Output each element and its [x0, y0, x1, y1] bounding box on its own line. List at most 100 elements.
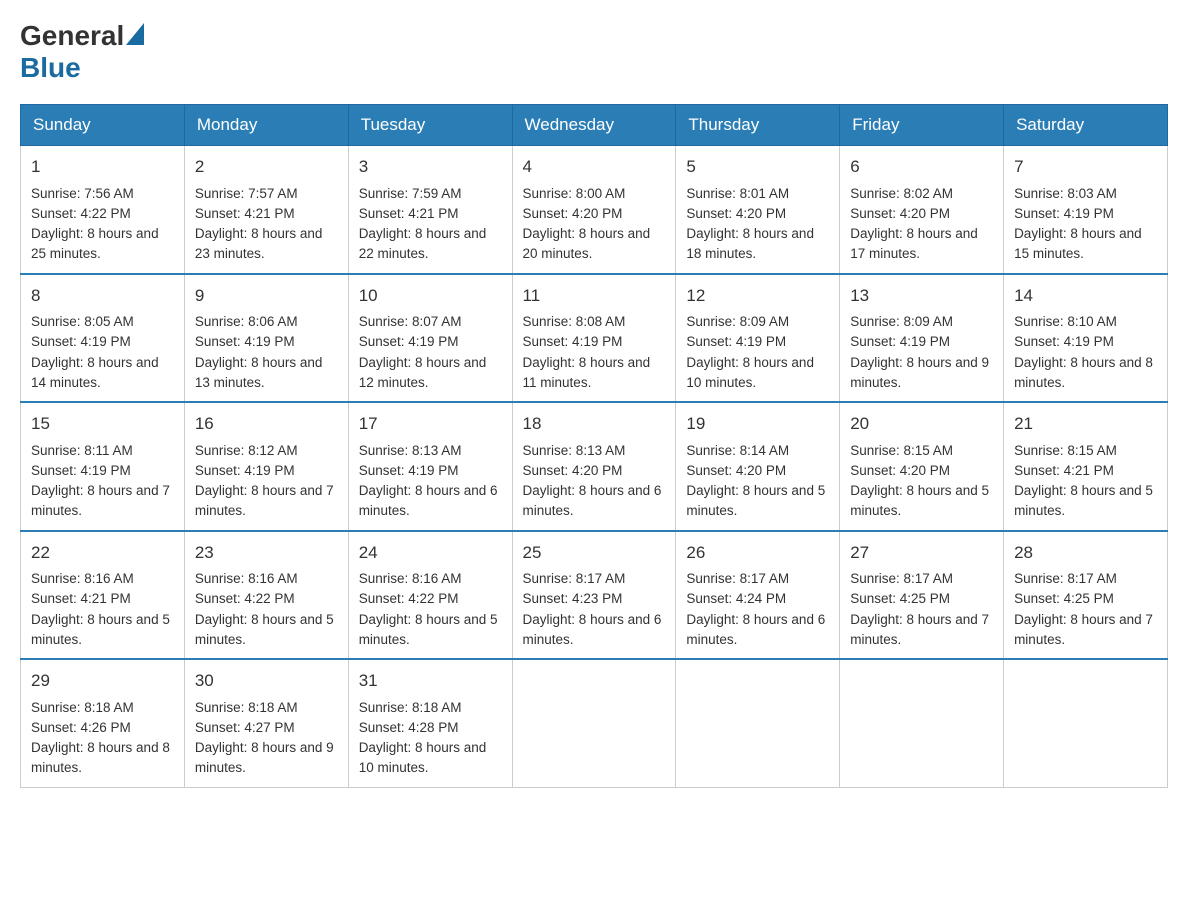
sunrise-text: Sunrise: 8:18 AM — [31, 700, 134, 715]
sunrise-text: Sunrise: 8:13 AM — [359, 443, 462, 458]
day-number: 9 — [195, 283, 338, 309]
sunset-text: Sunset: 4:19 PM — [523, 334, 623, 349]
sunrise-text: Sunrise: 8:02 AM — [850, 186, 953, 201]
calendar-cell: 19Sunrise: 8:14 AMSunset: 4:20 PMDayligh… — [676, 402, 840, 531]
day-number: 17 — [359, 411, 502, 437]
day-number: 22 — [31, 540, 174, 566]
day-number: 16 — [195, 411, 338, 437]
logo-arrow-icon — [126, 23, 144, 45]
sunset-text: Sunset: 4:19 PM — [195, 463, 295, 478]
calendar-week-row: 8Sunrise: 8:05 AMSunset: 4:19 PMDaylight… — [21, 274, 1168, 403]
sunset-text: Sunset: 4:25 PM — [1014, 591, 1114, 606]
sunset-text: Sunset: 4:19 PM — [31, 463, 131, 478]
calendar-cell: 15Sunrise: 8:11 AMSunset: 4:19 PMDayligh… — [21, 402, 185, 531]
calendar-cell: 12Sunrise: 8:09 AMSunset: 4:19 PMDayligh… — [676, 274, 840, 403]
calendar-cell: 3Sunrise: 7:59 AMSunset: 4:21 PMDaylight… — [348, 146, 512, 274]
day-number: 19 — [686, 411, 829, 437]
sunset-text: Sunset: 4:19 PM — [195, 334, 295, 349]
sunrise-text: Sunrise: 8:17 AM — [523, 571, 626, 586]
sunrise-text: Sunrise: 8:18 AM — [359, 700, 462, 715]
calendar-cell: 14Sunrise: 8:10 AMSunset: 4:19 PMDayligh… — [1004, 274, 1168, 403]
sunset-text: Sunset: 4:19 PM — [359, 334, 459, 349]
daylight-text: Daylight: 8 hours and 9 minutes. — [850, 355, 989, 390]
calendar-cell: 18Sunrise: 8:13 AMSunset: 4:20 PMDayligh… — [512, 402, 676, 531]
calendar-cell: 7Sunrise: 8:03 AMSunset: 4:19 PMDaylight… — [1004, 146, 1168, 274]
day-number: 7 — [1014, 154, 1157, 180]
sunset-text: Sunset: 4:26 PM — [31, 720, 131, 735]
day-number: 15 — [31, 411, 174, 437]
sunset-text: Sunset: 4:21 PM — [1014, 463, 1114, 478]
sunset-text: Sunset: 4:19 PM — [686, 334, 786, 349]
daylight-text: Daylight: 8 hours and 14 minutes. — [31, 355, 159, 390]
day-number: 11 — [523, 283, 666, 309]
sunset-text: Sunset: 4:19 PM — [850, 334, 950, 349]
sunset-text: Sunset: 4:20 PM — [686, 463, 786, 478]
day-number: 1 — [31, 154, 174, 180]
sunset-text: Sunset: 4:20 PM — [850, 206, 950, 221]
daylight-text: Daylight: 8 hours and 20 minutes. — [523, 226, 651, 261]
sunrise-text: Sunrise: 8:07 AM — [359, 314, 462, 329]
sunset-text: Sunset: 4:23 PM — [523, 591, 623, 606]
sunset-text: Sunset: 4:20 PM — [523, 206, 623, 221]
sunrise-text: Sunrise: 8:09 AM — [686, 314, 789, 329]
daylight-text: Daylight: 8 hours and 7 minutes. — [1014, 612, 1153, 647]
day-number: 6 — [850, 154, 993, 180]
sunset-text: Sunset: 4:22 PM — [195, 591, 295, 606]
calendar-cell: 21Sunrise: 8:15 AMSunset: 4:21 PMDayligh… — [1004, 402, 1168, 531]
sunset-text: Sunset: 4:21 PM — [359, 206, 459, 221]
header-monday: Monday — [184, 105, 348, 146]
daylight-text: Daylight: 8 hours and 22 minutes. — [359, 226, 487, 261]
day-number: 25 — [523, 540, 666, 566]
daylight-text: Daylight: 8 hours and 8 minutes. — [1014, 355, 1153, 390]
daylight-text: Daylight: 8 hours and 12 minutes. — [359, 355, 487, 390]
sunset-text: Sunset: 4:19 PM — [1014, 334, 1114, 349]
daylight-text: Daylight: 8 hours and 10 minutes. — [359, 740, 487, 775]
calendar-cell: 24Sunrise: 8:16 AMSunset: 4:22 PMDayligh… — [348, 531, 512, 660]
daylight-text: Daylight: 8 hours and 5 minutes. — [359, 612, 498, 647]
calendar-cell: 5Sunrise: 8:01 AMSunset: 4:20 PMDaylight… — [676, 146, 840, 274]
sunrise-text: Sunrise: 8:06 AM — [195, 314, 298, 329]
sunrise-text: Sunrise: 8:09 AM — [850, 314, 953, 329]
daylight-text: Daylight: 8 hours and 18 minutes. — [686, 226, 814, 261]
sunrise-text: Sunrise: 8:13 AM — [523, 443, 626, 458]
day-number: 28 — [1014, 540, 1157, 566]
sunset-text: Sunset: 4:19 PM — [359, 463, 459, 478]
sunrise-text: Sunrise: 8:00 AM — [523, 186, 626, 201]
daylight-text: Daylight: 8 hours and 5 minutes. — [31, 612, 170, 647]
sunrise-text: Sunrise: 8:16 AM — [195, 571, 298, 586]
sunset-text: Sunset: 4:21 PM — [31, 591, 131, 606]
header-tuesday: Tuesday — [348, 105, 512, 146]
sunrise-text: Sunrise: 8:16 AM — [31, 571, 134, 586]
logo-blue-text: Blue — [20, 52, 144, 84]
calendar-header-row: SundayMondayTuesdayWednesdayThursdayFrid… — [21, 105, 1168, 146]
day-number: 31 — [359, 668, 502, 694]
day-number: 2 — [195, 154, 338, 180]
sunrise-text: Sunrise: 8:18 AM — [195, 700, 298, 715]
day-number: 20 — [850, 411, 993, 437]
sunrise-text: Sunrise: 8:17 AM — [850, 571, 953, 586]
daylight-text: Daylight: 8 hours and 9 minutes. — [195, 740, 334, 775]
sunrise-text: Sunrise: 7:56 AM — [31, 186, 134, 201]
day-number: 8 — [31, 283, 174, 309]
calendar-cell: 16Sunrise: 8:12 AMSunset: 4:19 PMDayligh… — [184, 402, 348, 531]
sunset-text: Sunset: 4:28 PM — [359, 720, 459, 735]
sunset-text: Sunset: 4:20 PM — [850, 463, 950, 478]
daylight-text: Daylight: 8 hours and 5 minutes. — [850, 483, 989, 518]
day-number: 29 — [31, 668, 174, 694]
header-saturday: Saturday — [1004, 105, 1168, 146]
daylight-text: Daylight: 8 hours and 10 minutes. — [686, 355, 814, 390]
day-number: 30 — [195, 668, 338, 694]
logo-general-text: General — [20, 20, 124, 52]
sunset-text: Sunset: 4:19 PM — [31, 334, 131, 349]
day-number: 27 — [850, 540, 993, 566]
day-number: 5 — [686, 154, 829, 180]
calendar-cell: 6Sunrise: 8:02 AMSunset: 4:20 PMDaylight… — [840, 146, 1004, 274]
sunset-text: Sunset: 4:22 PM — [359, 591, 459, 606]
calendar-cell — [840, 659, 1004, 787]
calendar-week-row: 15Sunrise: 8:11 AMSunset: 4:19 PMDayligh… — [21, 402, 1168, 531]
sunset-text: Sunset: 4:25 PM — [850, 591, 950, 606]
daylight-text: Daylight: 8 hours and 23 minutes. — [195, 226, 323, 261]
calendar-cell: 23Sunrise: 8:16 AMSunset: 4:22 PMDayligh… — [184, 531, 348, 660]
day-number: 23 — [195, 540, 338, 566]
sunset-text: Sunset: 4:22 PM — [31, 206, 131, 221]
